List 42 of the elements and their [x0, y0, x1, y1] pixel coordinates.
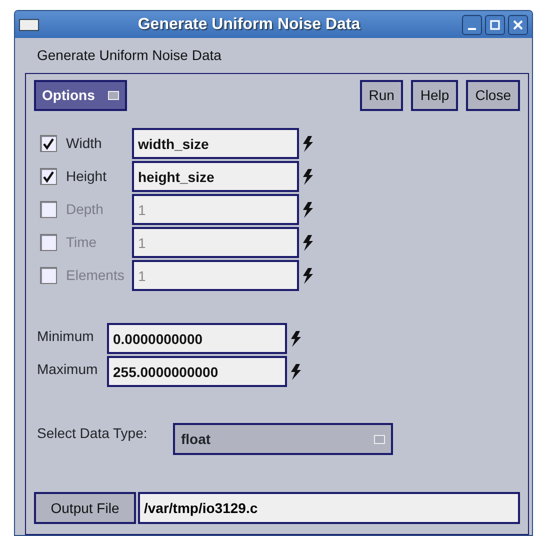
window-menu-icon[interactable]: [19, 18, 39, 30]
lightning-bolt-icon[interactable]: [290, 330, 301, 346]
lightning-bolt-icon[interactable]: [302, 202, 313, 218]
lightning-bolt-icon[interactable]: [302, 234, 313, 250]
options-menu-button[interactable]: Options: [34, 80, 127, 111]
dimension-label: Elements: [66, 266, 126, 285]
checkbox[interactable]: [40, 201, 57, 218]
close-icon: [513, 20, 523, 30]
data-type-label: Select Data Type:: [37, 424, 148, 443]
menu-indicator-icon: [108, 91, 119, 100]
checkbox[interactable]: [40, 234, 57, 251]
range-field[interactable]: 255.0000000000: [107, 356, 287, 387]
lightning-bolt-icon[interactable]: [302, 168, 313, 184]
dimension-label: Height: [66, 167, 108, 186]
dialog-button[interactable]: Help: [411, 80, 458, 111]
dimension-label: Width: [66, 134, 103, 153]
output-file-button[interactable]: Output File: [34, 492, 136, 524]
output-file-field[interactable]: /var/tmp/io3129.c: [138, 492, 520, 524]
minimize-button[interactable]: [462, 14, 482, 34]
dimension-field[interactable]: width_size: [132, 128, 299, 159]
window-title: Generate Uniform Noise Data: [136, 14, 362, 34]
lightning-bolt-icon[interactable]: [302, 136, 313, 152]
data-type-dropdown[interactable]: float: [173, 423, 393, 455]
range-label: Maximum: [37, 360, 99, 379]
dimension-label: Time: [66, 233, 98, 252]
dimension-label: Depth: [66, 200, 104, 219]
maximize-icon: [490, 20, 500, 30]
close-button[interactable]: [508, 14, 528, 34]
minimize-icon: [468, 28, 476, 30]
maximize-button[interactable]: [485, 14, 505, 34]
menu-indicator-icon: [374, 434, 385, 444]
range-field[interactable]: 0.0000000000: [107, 323, 287, 354]
dialog-button[interactable]: Run: [360, 80, 404, 111]
lightning-bolt-icon[interactable]: [290, 364, 301, 380]
dialog-heading: Generate Uniform Noise Data: [36, 46, 222, 65]
range-label: Minimum: [37, 327, 95, 346]
dialog-button[interactable]: Close: [466, 80, 520, 111]
lightning-bolt-icon[interactable]: [302, 268, 313, 284]
checkbox[interactable]: [40, 267, 57, 284]
checkbox[interactable]: [40, 168, 57, 185]
checkbox[interactable]: [40, 135, 57, 152]
dimension-field[interactable]: height_size: [132, 161, 299, 192]
